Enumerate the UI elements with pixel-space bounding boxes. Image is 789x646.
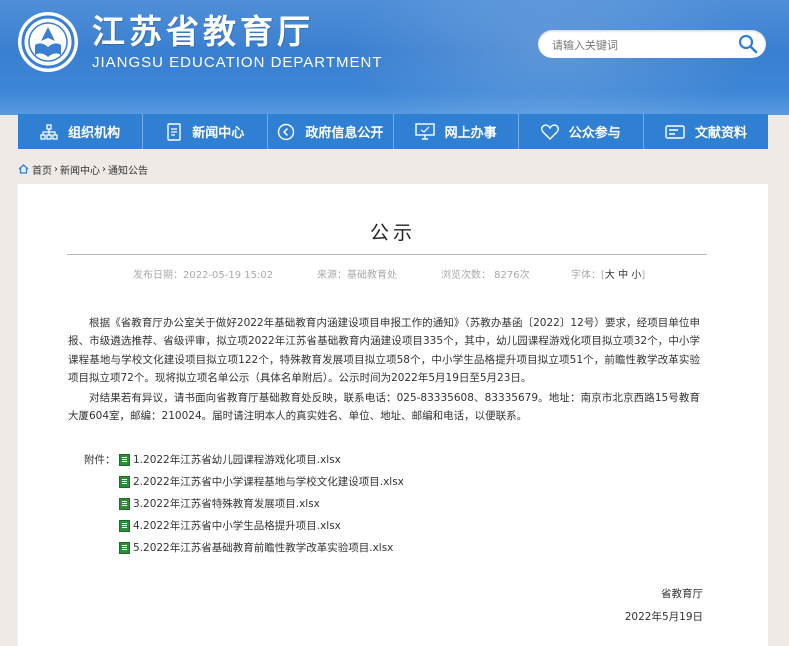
font-size-large[interactable]: 大 [605, 270, 615, 281]
breadcrumb-separator: › [102, 163, 106, 175]
body-paragraph: 对结果若有异议，请书面向省教育厅基础教育处反映，联系电话：025-8333560… [68, 392, 700, 423]
nav-label: 政府信息公开 [305, 126, 384, 141]
site-header: 江苏省教育厅 JIANGSU EDUCATION DEPARTMENT [0, 0, 789, 115]
attachment-link[interactable]: 4.2022年江苏省中小学生品格提升项目.xlsx [119, 518, 341, 533]
nav-label: 文献资料 [694, 126, 747, 141]
attachments-label: 附件： [84, 454, 116, 466]
education-department-logo[interactable] [17, 11, 79, 73]
attachment-link[interactable]: 5.2022年江苏省基础教育前瞻性教学改革实验项目.xlsx [119, 540, 393, 555]
site-title: 江苏省教育厅 [92, 12, 314, 51]
excel-file-icon [119, 541, 130, 554]
attachment-link[interactable]: 2.2022年江苏省中小学课程基地与学校文化建设项目.xlsx [119, 474, 404, 489]
nav-item-literature[interactable]: 文献资料 [644, 114, 768, 149]
signature-date: 2022年5月19日 [624, 611, 703, 623]
main-nav: 组织机构 新闻中心 政府信息公开 网上办事 公众参与 文献资料 [18, 114, 768, 149]
heart-icon [540, 123, 559, 140]
attachment-name: 2.2022年江苏省中小学课程基地与学校文化建设项目.xlsx [133, 476, 404, 488]
font-size-small[interactable]: 小 [631, 270, 641, 281]
excel-file-icon [119, 475, 130, 488]
search-box [538, 30, 766, 60]
search-input[interactable] [550, 30, 734, 60]
article-title: 公示 [369, 222, 416, 244]
nav-item-organization[interactable]: 组织机构 [18, 114, 144, 149]
breadcrumb-home[interactable]: 首页 [32, 162, 52, 177]
attachment-name: 1.2022年江苏省幼儿园课程游戏化项目.xlsx [133, 454, 341, 466]
attachment-link[interactable]: 1.2022年江苏省幼儿园课程游戏化项目.xlsx [119, 452, 341, 467]
excel-file-icon [119, 497, 130, 510]
speaker-icon [278, 123, 295, 140]
nav-item-online-services[interactable]: 网上办事 [394, 114, 519, 149]
site-subtitle: JIANGSU EDUCATION DEPARTMENT [92, 54, 383, 71]
card-icon [665, 124, 685, 139]
body-paragraph: 根据《省教育厅办公室关于做好2022年基础教育内涵建设项目申报工作的通知》（苏教… [68, 317, 700, 384]
org-chart-icon [40, 123, 58, 140]
title-divider [67, 254, 707, 255]
signature-org: 省教育厅 [661, 588, 703, 600]
document-icon [167, 122, 181, 141]
nav-label: 组织机构 [68, 126, 121, 141]
home-icon [18, 164, 29, 174]
article-panel: 公示 发布日期：2022-05-19 15:02 来源：基础教育处 浏览次数： … [18, 184, 768, 646]
monitor-icon [414, 123, 435, 140]
search-icon[interactable] [738, 34, 758, 54]
article-body: 根据《省教育厅办公室关于做好2022年基础教育内涵建设项目申报工作的通知》（苏教… [68, 314, 700, 426]
breadcrumb-separator: › [54, 163, 58, 175]
attachment-name: 4.2022年江苏省中小学生品格提升项目.xlsx [133, 520, 341, 532]
nav-label: 网上办事 [444, 126, 497, 141]
excel-file-icon [119, 453, 130, 466]
font-size-close: ] [641, 270, 646, 281]
attachment-link[interactable]: 3.2022年江苏省特殊教育发展项目.xlsx [119, 496, 320, 511]
breadcrumb-notices[interactable]: 通知公告 [108, 162, 148, 177]
attachment-name: 3.2022年江苏省特殊教育发展项目.xlsx [133, 498, 320, 510]
excel-file-icon [119, 519, 130, 532]
font-size-label: 字体：[ [571, 270, 605, 281]
view-count: 浏览次数： 8276次 [441, 270, 530, 281]
article-source: 来源：基础教育处 [317, 270, 397, 281]
publish-date: 发布日期：2022-05-19 15:02 [133, 270, 274, 281]
nav-label: 新闻中心 [192, 126, 245, 141]
breadcrumb-news-center[interactable]: 新闻中心 [60, 162, 100, 177]
font-size-switcher: 字体：[大 中 小] [571, 266, 645, 281]
nav-item-gov-info[interactable]: 政府信息公开 [268, 114, 394, 149]
attachment-name: 5.2022年江苏省基础教育前瞻性教学改革实验项目.xlsx [133, 542, 394, 554]
nav-item-news-center[interactable]: 新闻中心 [143, 114, 269, 149]
font-size-medium[interactable]: 中 [618, 270, 628, 281]
nav-label: 公众参与 [568, 126, 621, 141]
breadcrumb: 首页 › 新闻中心 › 通知公告 [18, 160, 148, 178]
nav-item-public-participation[interactable]: 公众参与 [519, 114, 644, 149]
